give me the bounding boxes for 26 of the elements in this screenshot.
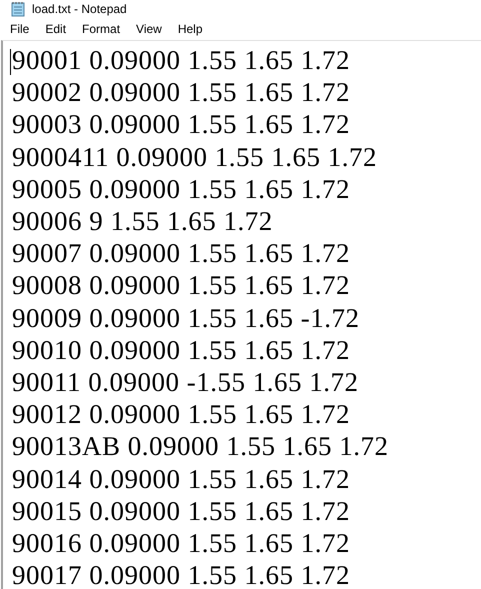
menu-item[interactable]: File	[2, 18, 38, 40]
menu-item[interactable]: Format	[74, 18, 128, 40]
text-line: 90016 0.09000 1.55 1.65 1.72	[12, 527, 350, 560]
text-line: 90001 0.09000 1.55 1.65 1.72	[12, 44, 350, 76]
text-line: 90008 0.09000 1.55 1.65 1.72	[12, 269, 350, 302]
text-line: 90013AB 0.09000 1.55 1.65 1.72	[12, 430, 389, 463]
text-line: 90003 0.09000 1.55 1.65 1.72	[12, 108, 350, 141]
text-line: 90005 0.09000 1.55 1.65 1.72	[12, 172, 350, 206]
menu-item[interactable]: Help	[170, 18, 211, 40]
text-line: 90015 0.09000 1.55 1.65 1.72	[12, 494, 350, 528]
menu-item[interactable]: View	[128, 18, 170, 40]
text-line: 90006 9 1.55 1.65 1.72	[12, 205, 273, 238]
text-line: 90009 0.09000 1.55 1.65 -1.72	[12, 302, 360, 334]
text-line: 90002 0.09000 1.55 1.65 1.72	[12, 76, 350, 108]
text-cursor	[10, 49, 11, 75]
text-line: 9000411 0.09000 1.55 1.65 1.72	[12, 140, 377, 173]
window-title: load.txt - Notepad	[32, 1, 127, 18]
text-line: 90010 0.09000 1.55 1.65 1.72	[12, 334, 350, 366]
text-line: 90012 0.09000 1.55 1.65 1.72	[12, 398, 350, 430]
text-line: 90007 0.09000 1.55 1.65 1.72	[12, 237, 350, 270]
text-line: 90011 0.09000 -1.55 1.65 1.72	[12, 366, 358, 398]
text-area[interactable]	[1, 40, 481, 589]
text-line: 90017 0.09000 1.55 1.65 1.72	[12, 559, 350, 589]
notepad-icon	[10, 1, 26, 17]
menu-item[interactable]: Edit	[37, 18, 74, 40]
text-line: 90014 0.09000 1.55 1.65 1.72	[12, 462, 350, 495]
